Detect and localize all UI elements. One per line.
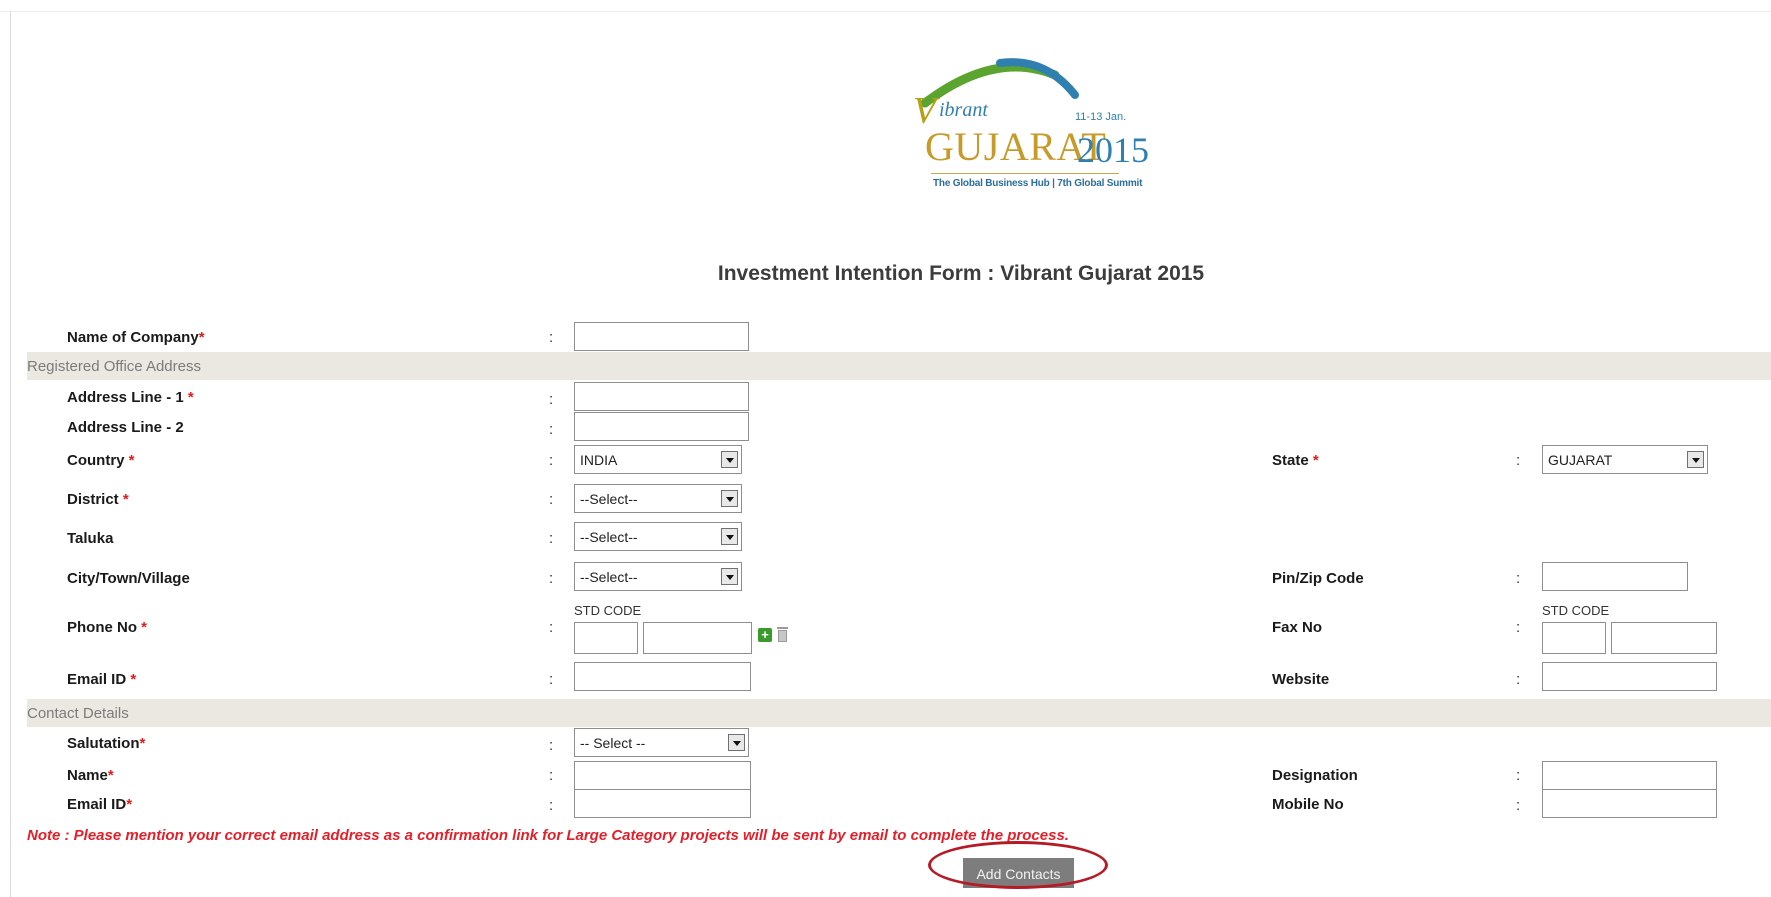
country-select[interactable]: INDIA [574,445,742,474]
colon: : [1516,767,1521,784]
state-select-value: GUJARAT [1548,452,1613,468]
taluka-select[interactable]: --Select-- [574,522,742,551]
chevron-down-icon[interactable] [721,528,738,545]
section-heading-registered-office: Registered Office Address [27,358,201,375]
colon: : [549,491,554,508]
colon: : [549,421,554,438]
colon: : [549,619,554,636]
logo-divider [931,173,1119,174]
contact-email-input[interactable] [574,789,751,818]
colon: : [549,767,554,784]
state-label: State * [1272,452,1319,469]
fax-std-code-caption: STD CODE [1542,603,1610,618]
add-contacts-button[interactable]: Add Contacts [963,858,1074,888]
add-phone-icon[interactable]: + [758,628,772,642]
contact-details-section-bar: Contact Details [27,699,1771,727]
logo-tagline: The Global Business Hub | 7th Global Sum… [933,178,1143,189]
trash-icon[interactable] [777,627,788,642]
company-name-input[interactable] [574,322,749,351]
contact-email-label: Email ID* [67,796,133,813]
chevron-down-icon[interactable] [721,451,738,468]
colon: : [549,570,554,587]
district-select[interactable]: --Select-- [574,484,742,513]
colon: : [549,329,554,346]
colon: : [1516,619,1521,636]
colon: : [549,452,554,469]
fax-number-input[interactable] [1611,622,1717,654]
district-select-value: --Select-- [580,491,638,507]
designation-label: Designation [1272,767,1358,784]
colon: : [549,671,554,688]
address-line-1-label: Address Line - 1 * [67,389,194,406]
salutation-select[interactable]: -- Select -- [574,728,749,757]
company-name-label: Name of Company* [67,329,205,346]
logo-dates: 11-13 Jan. [1075,111,1127,123]
email-input[interactable] [574,662,751,691]
vibrant-gujarat-logo: V ibrant 11-13 Jan. GUJARAT 2015 The Glo… [905,55,1149,205]
contact-name-label: Name* [67,767,114,784]
pin-code-label: Pin/Zip Code [1272,570,1364,587]
taluka-select-value: --Select-- [580,529,638,545]
chevron-down-icon[interactable] [721,490,738,507]
colon: : [549,391,554,408]
country-label: Country * [67,452,135,469]
address-line-1-input[interactable] [574,382,749,411]
top-border [0,11,1771,12]
salutation-label: Salutation* [67,735,146,752]
chevron-down-icon[interactable] [721,568,738,585]
fax-label: Fax No [1272,619,1323,636]
mobile-label: Mobile No [1272,796,1344,813]
city-label: City/Town/Village [67,570,190,587]
website-label: Website [1272,671,1330,688]
registered-office-section-bar: Registered Office Address [27,352,1771,380]
phone-std-code-caption: STD CODE [574,603,642,618]
colon: : [1516,671,1521,688]
logo-year: 2015 [1077,130,1149,170]
chevron-down-icon[interactable] [728,734,745,751]
phone-label: Phone No * [67,619,148,636]
address-line-2-label: Address Line - 2 [67,419,184,436]
email-label: Email ID * [67,671,137,688]
phone-number-input[interactable] [643,622,752,654]
pin-code-input[interactable] [1542,562,1688,591]
page-title: Investment Intention Form : Vibrant Guja… [717,262,1205,285]
salutation-select-value: -- Select -- [580,735,646,751]
mobile-input[interactable] [1542,789,1717,818]
state-select[interactable]: GUJARAT [1542,445,1708,474]
colon: : [1516,570,1521,587]
fax-std-code-input[interactable] [1542,622,1606,654]
city-select[interactable]: --Select-- [574,562,742,591]
left-border [10,11,11,897]
contact-name-input[interactable] [574,761,751,790]
colon: : [549,530,554,547]
taluka-label: Taluka [67,530,114,547]
email-note: Note : Please mention your correct email… [27,827,1069,844]
website-input[interactable] [1542,662,1717,691]
designation-input[interactable] [1542,761,1717,790]
colon: : [549,737,554,754]
district-label: District * [67,491,129,508]
address-line-2-input[interactable] [574,412,749,441]
city-select-value: --Select-- [580,569,638,585]
phone-std-code-input[interactable] [574,622,638,654]
colon: : [1516,452,1521,469]
colon: : [549,797,554,814]
country-select-value: INDIA [580,452,618,468]
colon: : [1516,797,1521,814]
chevron-down-icon[interactable] [1687,451,1704,468]
logo-vibrant-text: ibrant [939,99,988,121]
section-heading-contact-details: Contact Details [27,705,129,722]
